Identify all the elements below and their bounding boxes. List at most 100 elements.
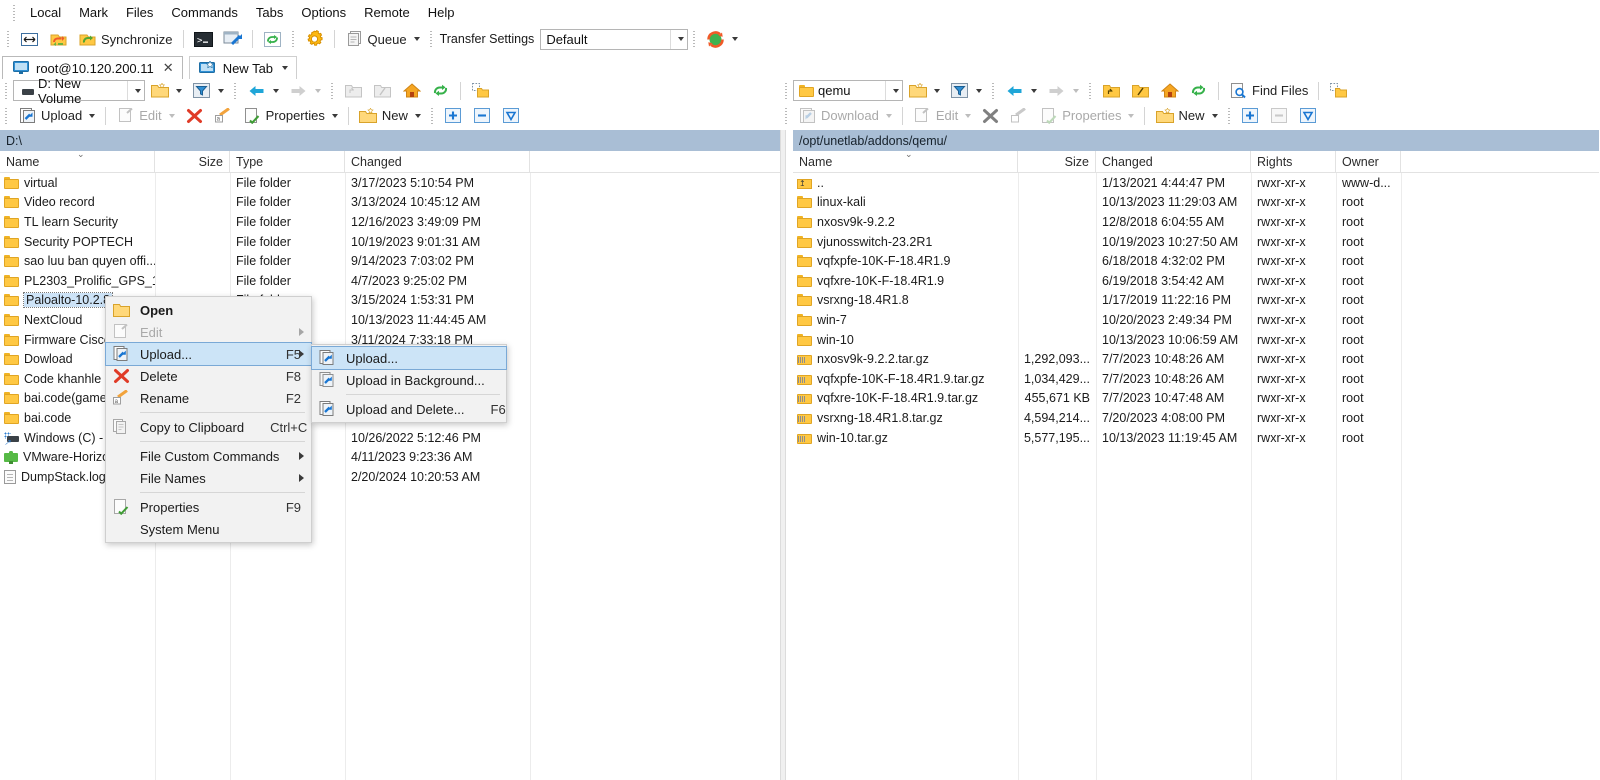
table-row[interactable]: ↥.. 1/13/2021 4:44:47 PM rwxr-xr-x www-d...: [793, 173, 1599, 193]
context-menu-item-copy-to-clipboard[interactable]: Copy to Clipboard Ctrl+C: [106, 416, 311, 438]
open-session-button[interactable]: [218, 27, 247, 51]
remote-select-less-button[interactable]: [1265, 104, 1294, 128]
upload-submenu-item-upload-in-background[interactable]: Upload in Background...: [312, 369, 506, 391]
local-filter-caret[interactable]: [218, 88, 224, 93]
remote-back-caret[interactable]: [1031, 88, 1037, 93]
local-drive-dropdown[interactable]: [127, 81, 144, 100]
column-header-name[interactable]: Name ⌄: [793, 149, 1018, 173]
local-new-button[interactable]: New: [354, 104, 426, 128]
remote-home-button[interactable]: [1155, 79, 1184, 103]
file-context-menu[interactable]: Open Edit Upload... F5 Delete F8 a Rename F2 Copy…: [105, 296, 312, 543]
context-menu-item-delete[interactable]: Delete F8: [106, 365, 311, 387]
upload-button[interactable]: Upload: [13, 104, 100, 128]
transfer-settings-combo[interactable]: Default: [540, 28, 689, 50]
table-row[interactable]: vqfxre-10K-F-18.4R1.9 6/19/2018 3:54:42 A…: [793, 271, 1599, 291]
local-drive-combo[interactable]: D: New Volume: [13, 76, 145, 106]
remote-back-button[interactable]: [1000, 79, 1042, 103]
local-edit-button[interactable]: Edit: [111, 104, 179, 128]
table-row[interactable]: nxosv9k-9.2.2.tar.gz 1,292,093... 7/7/2023…: [793, 349, 1599, 369]
remote-filter-caret[interactable]: [976, 88, 982, 93]
remote-select-more-button[interactable]: [1236, 104, 1265, 128]
column-header-rights[interactable]: Rights: [1251, 150, 1336, 173]
table-row[interactable]: nxosv9k-9.2.2 12/8/2018 6:04:55 AM rwxr-xr…: [793, 212, 1599, 232]
remote-forward-caret[interactable]: [1073, 88, 1079, 93]
menu-item-options[interactable]: Options: [292, 2, 355, 23]
local-open-dir-caret[interactable]: [176, 88, 182, 93]
transfer-settings-dropdown[interactable]: [670, 29, 687, 49]
menu-item-local[interactable]: Local: [21, 2, 70, 23]
remote-refresh-button[interactable]: [1184, 79, 1213, 103]
local-parent-dir-button[interactable]: [339, 79, 368, 103]
column-header-size[interactable]: Size: [1018, 150, 1096, 173]
column-header-size[interactable]: Size: [155, 150, 230, 173]
context-menu-item-upload[interactable]: Upload... F5: [105, 342, 312, 366]
table-row[interactable]: TL learn Security File folder 12/16/2023 3…: [0, 212, 780, 232]
transfer-settings-caret[interactable]: [732, 37, 739, 41]
menu-item-mark[interactable]: Mark: [70, 2, 117, 23]
remote-bookmarks-button[interactable]: [1324, 79, 1353, 103]
table-row[interactable]: Security POPTECH File folder 10/19/2023 9:…: [0, 232, 780, 252]
local-rename-button[interactable]: a: [209, 104, 238, 128]
local-refresh-button[interactable]: [426, 79, 455, 103]
local-back-button[interactable]: [242, 79, 284, 103]
upload-caret[interactable]: [89, 113, 96, 118]
table-row[interactable]: win-10 10/13/2023 10:06:59 AM rwxr-xr-x roo…: [793, 330, 1599, 350]
context-menu-item-rename[interactable]: a Rename F2: [106, 387, 311, 409]
upload-submenu-item-upload[interactable]: Upload...: [311, 346, 507, 370]
local-home-button[interactable]: [397, 79, 426, 103]
local-new-caret[interactable]: [414, 113, 421, 118]
find-files-button[interactable]: Find Files: [1224, 79, 1313, 103]
remote-open-directory-button[interactable]: [903, 79, 945, 103]
local-edit-caret[interactable]: [168, 113, 175, 118]
remote-path-bar[interactable]: /opt/unetlab/addons/qemu/: [793, 130, 1599, 151]
menu-item-remote[interactable]: Remote: [355, 2, 419, 23]
upload-submenu-item-upload-and-delete[interactable]: Upload and Delete... F6: [312, 398, 506, 420]
context-menu-item-system-menu[interactable]: System Menu: [106, 518, 311, 540]
remote-properties-caret[interactable]: [1128, 113, 1135, 118]
table-row[interactable]: virtual File folder 3/17/2023 5:10:54 PM: [0, 173, 780, 193]
remote-open-dir-caret[interactable]: [934, 88, 940, 93]
local-bookmarks-button[interactable]: [466, 79, 495, 103]
table-row[interactable]: vqfxpfe-10K-F-18.4R1.9.tar.gz 1,034,429..…: [793, 369, 1599, 389]
remote-dir-combo[interactable]: qemu: [793, 80, 903, 101]
context-menu-item-open[interactable]: Open: [106, 299, 311, 321]
queue-dropdown-caret[interactable]: [413, 37, 420, 41]
remote-properties-button[interactable]: Properties: [1034, 104, 1139, 128]
table-row[interactable]: Video record File folder 3/13/2024 10:45:1…: [0, 193, 780, 213]
table-row[interactable]: vjunosswitch-23.2R1 10/19/2023 10:27:50 A…: [793, 232, 1599, 252]
local-properties-button[interactable]: Properties: [238, 104, 343, 128]
local-back-caret[interactable]: [273, 88, 279, 93]
local-root-dir-button[interactable]: [368, 79, 397, 103]
local-forward-button[interactable]: [284, 79, 326, 103]
table-row[interactable]: vsrxng-18.4R1.8.tar.gz 4,594,214... 7/20/2…: [793, 408, 1599, 428]
local-properties-caret[interactable]: [331, 113, 338, 118]
remote-forward-button[interactable]: [1042, 79, 1084, 103]
context-menu-item-file-names[interactable]: File Names: [106, 467, 311, 489]
synchronize-browsing-button[interactable]: [44, 27, 73, 51]
local-delete-button[interactable]: [180, 104, 209, 128]
download-button[interactable]: Download: [793, 104, 897, 128]
table-row[interactable]: win-10.tar.gz 5,577,195... 10/13/2023 11:1…: [793, 428, 1599, 448]
column-header-changed[interactable]: Changed: [345, 150, 530, 173]
local-path-bar[interactable]: D:\: [0, 130, 780, 151]
remote-delete-button[interactable]: [976, 104, 1005, 128]
transfer-settings-button[interactable]: [701, 27, 743, 51]
table-row[interactable]: vqfxpfe-10K-F-18.4R1.9 6/18/2018 4:32:02 …: [793, 251, 1599, 271]
table-row[interactable]: vsrxng-18.4R1.8 1/17/2019 11:22:16 PM rwxr…: [793, 291, 1599, 311]
local-filter-button[interactable]: [187, 79, 229, 103]
local-select-less-button[interactable]: [468, 104, 497, 128]
table-row[interactable]: PL2303_Prolific_GPS_1... File folder 4/7/2…: [0, 271, 780, 291]
remote-select-all-button[interactable]: [1294, 104, 1323, 128]
tab-new[interactable]: New Tab: [188, 56, 298, 79]
remote-edit-caret[interactable]: [965, 113, 972, 118]
queue-button[interactable]: Queue: [340, 27, 425, 51]
remote-file-list[interactable]: ↥.. 1/13/2021 4:44:47 PM rwxr-xr-x www-d...…: [793, 173, 1599, 780]
remote-rename-button[interactable]: [1005, 104, 1034, 128]
remote-edit-button[interactable]: Edit: [908, 104, 976, 128]
context-menu-item-properties[interactable]: Properties F9: [106, 496, 311, 518]
remote-parent-dir-button[interactable]: [1097, 79, 1126, 103]
refresh-button[interactable]: [258, 27, 287, 51]
table-row[interactable]: linux-kali 10/13/2023 11:29:03 AM rwxr-xr-…: [793, 193, 1599, 213]
menu-item-files[interactable]: Files: [117, 2, 162, 23]
remote-filter-button[interactable]: [945, 79, 987, 103]
